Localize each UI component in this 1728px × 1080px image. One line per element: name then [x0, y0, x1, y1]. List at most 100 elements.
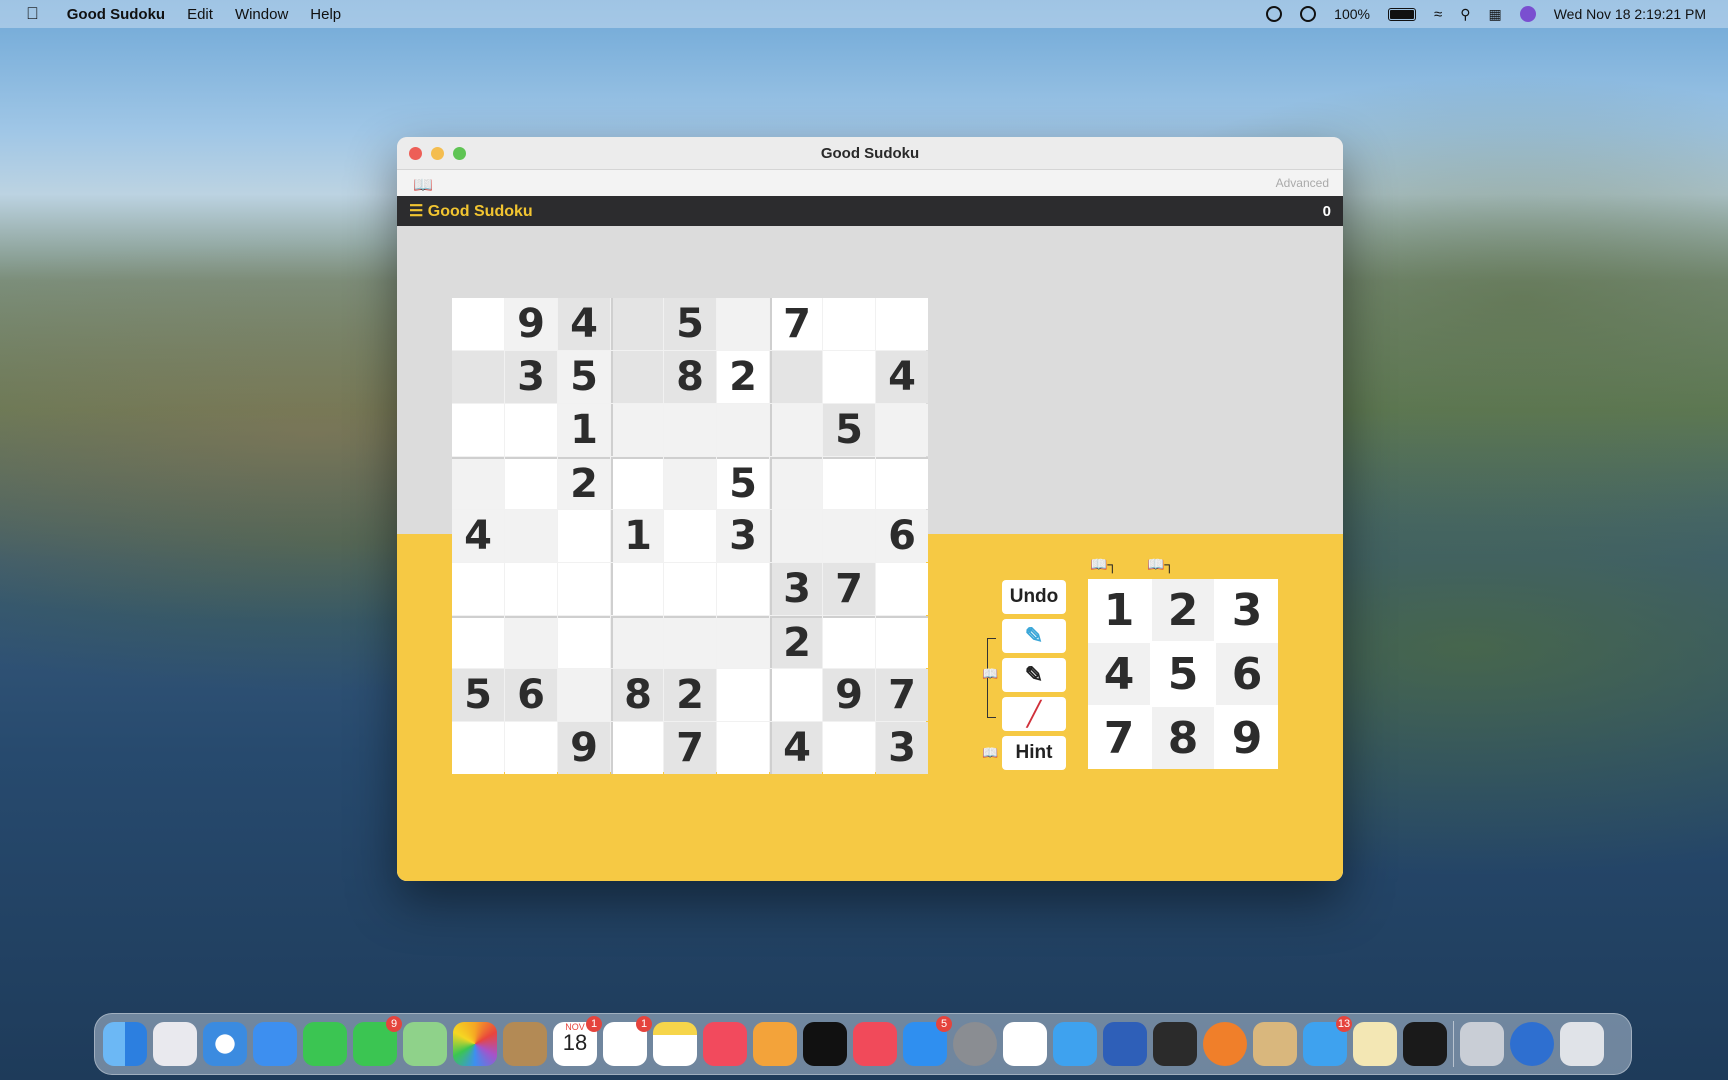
search-icon[interactable]: ⚲: [1460, 6, 1470, 23]
sudoku-cell[interactable]: [717, 722, 769, 774]
twitter-icon-2[interactable]: 13: [1303, 1016, 1352, 1066]
book-icon[interactable]: 📖: [413, 175, 433, 195]
menu-edit[interactable]: Edit: [187, 6, 213, 23]
hint-button[interactable]: Hint: [1002, 736, 1066, 770]
sudoku-cell[interactable]: [823, 298, 875, 350]
sudoku-cell[interactable]: [558, 510, 610, 562]
sudoku-cell[interactable]: [717, 563, 769, 615]
sudoku-cell[interactable]: [876, 563, 928, 615]
menu-brand-button[interactable]: ☰ Good Sudoku: [409, 201, 533, 221]
sudoku-cell[interactable]: [823, 510, 875, 562]
sudoku-cell[interactable]: [664, 510, 716, 562]
sudoku-cell[interactable]: [664, 616, 716, 668]
overcast-icon[interactable]: [1203, 1022, 1247, 1066]
home-icon[interactable]: [753, 1022, 797, 1066]
notes-icon[interactable]: [653, 1022, 697, 1066]
number-key-7[interactable]: 7: [1088, 707, 1150, 769]
sudoku-cell[interactable]: [505, 404, 557, 456]
sudoku-cell[interactable]: 5: [558, 351, 610, 403]
menu-app-name[interactable]: Good Sudoku: [67, 6, 165, 23]
sudoku-cell[interactable]: [452, 457, 504, 509]
sudoku-cell[interactable]: 7: [876, 669, 928, 721]
number-key-2[interactable]: 2: [1152, 579, 1214, 641]
number-key-8[interactable]: 8: [1152, 707, 1214, 769]
contacts-icon[interactable]: [503, 1022, 547, 1066]
sudoku-cell[interactable]: [770, 457, 822, 509]
number-key-4[interactable]: 4: [1088, 643, 1150, 705]
sudoku-cell[interactable]: 2: [664, 669, 716, 721]
sudoku-cell[interactable]: [611, 563, 663, 615]
sudoku-cell[interactable]: 3: [770, 563, 822, 615]
sudoku-cell[interactable]: 6: [505, 669, 557, 721]
system-preferences-icon[interactable]: [953, 1022, 997, 1066]
slack-icon[interactable]: [1003, 1022, 1047, 1066]
sudoku-cell[interactable]: [876, 457, 928, 509]
app-store-icon[interactable]: 5: [903, 1016, 952, 1066]
sudoku-cell[interactable]: 9: [823, 669, 875, 721]
sudoku-cell[interactable]: [558, 563, 610, 615]
activity-monitor-icon[interactable]: [1403, 1022, 1447, 1066]
omnifocus-icon[interactable]: [1103, 1022, 1147, 1066]
number-key-5[interactable]: 5: [1152, 643, 1214, 705]
zoom-window-button[interactable]: [453, 146, 466, 160]
eraser-button[interactable]: ╱: [1002, 697, 1066, 731]
sudoku-cell[interactable]: 8: [611, 669, 663, 721]
menu-help[interactable]: Help: [310, 6, 341, 23]
sudoku-cell[interactable]: [452, 351, 504, 403]
maps-icon[interactable]: [403, 1022, 447, 1066]
sudoku-cell[interactable]: 7: [823, 563, 875, 615]
sudoku-cell[interactable]: [505, 510, 557, 562]
sudoku-cell[interactable]: [717, 616, 769, 668]
sudoku-cell[interactable]: 5: [717, 457, 769, 509]
facetime-icon[interactable]: [303, 1022, 347, 1066]
sudoku-cell[interactable]: [823, 457, 875, 509]
sudoku-cell[interactable]: [770, 510, 822, 562]
sudoku-cell[interactable]: 5: [664, 298, 716, 350]
trash-icon[interactable]: [1560, 1022, 1604, 1066]
sudoku-cell[interactable]: [664, 457, 716, 509]
safari-icon[interactable]: [203, 1022, 247, 1066]
sudoku-cell[interactable]: 2: [717, 351, 769, 403]
sudoku-cell[interactable]: [611, 722, 663, 774]
wifi-icon[interactable]: ≈: [1434, 6, 1442, 23]
sudoku-cell[interactable]: [611, 404, 663, 456]
minimize-window-button[interactable]: [431, 146, 444, 160]
sudoku-cell[interactable]: [876, 404, 928, 456]
downloads-stack-icon[interactable]: [1460, 1022, 1504, 1066]
sudoku-cell[interactable]: 2: [770, 616, 822, 668]
sudoku-cell[interactable]: [717, 669, 769, 721]
sudoku-cell[interactable]: [770, 404, 822, 456]
sudoku-cell[interactable]: [452, 563, 504, 615]
sudoku-cell[interactable]: [611, 457, 663, 509]
undo-button[interactable]: Undo: [1002, 580, 1066, 614]
sudoku-cell[interactable]: [611, 298, 663, 350]
sudoku-cell[interactable]: [717, 298, 769, 350]
clock-datetime[interactable]: Wed Nov 18 2:19:21 PM: [1554, 6, 1706, 22]
sudoku-cell[interactable]: 9: [558, 722, 610, 774]
finder-icon[interactable]: [103, 1022, 147, 1066]
apple-tv-icon[interactable]: [803, 1022, 847, 1066]
siri-icon[interactable]: [1519, 6, 1536, 22]
sudoku-cell[interactable]: [823, 351, 875, 403]
sudoku-cell[interactable]: 2: [558, 457, 610, 509]
music-icon[interactable]: [703, 1022, 747, 1066]
sudoku-cell[interactable]: 1: [611, 510, 663, 562]
sudoku-cell[interactable]: [558, 669, 610, 721]
sudoku-cell[interactable]: 7: [664, 722, 716, 774]
sudoku-cell[interactable]: 5: [823, 404, 875, 456]
sudoku-cell[interactable]: 6: [876, 510, 928, 562]
sudoku-cell[interactable]: [505, 457, 557, 509]
sudoku-cell[interactable]: [876, 616, 928, 668]
messages-icon[interactable]: 9: [353, 1016, 402, 1066]
notes-book-icon[interactable]: 📖┐: [1090, 556, 1117, 573]
sudoku-cell[interactable]: 5: [452, 669, 504, 721]
sudoku-cell[interactable]: 3: [717, 510, 769, 562]
sudoku-cell[interactable]: [558, 616, 610, 668]
number-key-3[interactable]: 3: [1216, 579, 1278, 641]
reminders-icon[interactable]: 1: [603, 1016, 652, 1066]
mail-icon[interactable]: [253, 1022, 297, 1066]
sudoku-cell[interactable]: [505, 722, 557, 774]
play-icon[interactable]: [1300, 6, 1317, 22]
clock-icon[interactable]: [1510, 1022, 1554, 1066]
sudoku-cell[interactable]: [452, 616, 504, 668]
